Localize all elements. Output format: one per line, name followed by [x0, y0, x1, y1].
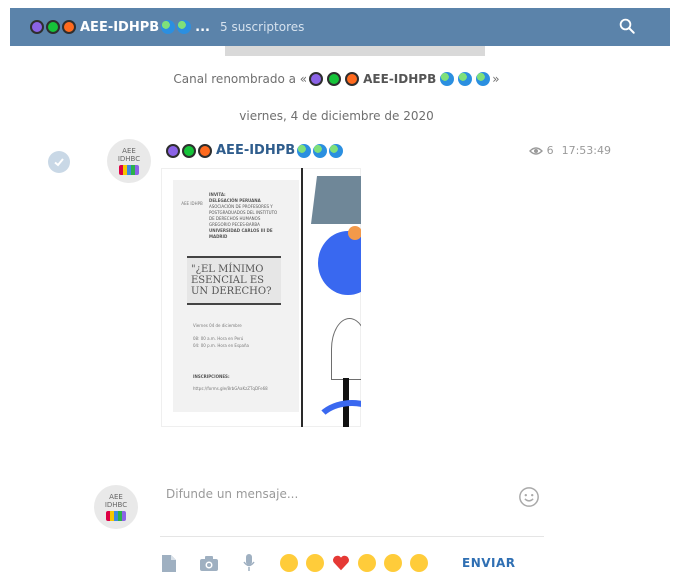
message-author[interactable]: AEE-IDHPB — [166, 143, 344, 158]
heart-icon — [333, 555, 349, 571]
avatar-text-bottom: IDHBC — [117, 155, 141, 163]
green-circle-emoji — [46, 20, 60, 34]
flyer-title: "¿EL MÍNIMO ESENCIAL ES UN DERECHO? — [187, 256, 281, 305]
message-time: 17:53:49 — [561, 144, 611, 157]
globe-emoji — [440, 72, 455, 86]
orange-circle-emoji — [198, 143, 212, 158]
flyer-logo: AEE IDHPB — [179, 201, 205, 223]
composer-toolbar: ENVIAR — [160, 552, 550, 574]
channel-name: AEE-IDHPB — [80, 19, 160, 35]
flyer-org-line: MADRID — [209, 234, 228, 239]
green-circle-emoji — [327, 72, 342, 86]
author-name: AEE-IDHPB — [216, 143, 296, 158]
purple-circle-emoji — [166, 143, 180, 158]
flyer-time-peru: 08: 00 a.m. Hora en Perú — [193, 336, 244, 341]
header-strip — [225, 46, 485, 56]
flyer-time-spain: 04: 00 p.m. Hora en España — [193, 343, 249, 348]
rename-suffix: » — [492, 72, 500, 86]
check-circle-icon[interactable] — [48, 151, 70, 173]
rename-prefix: Canal renombrado a « — [173, 72, 308, 86]
globe-emoji — [161, 20, 176, 34]
smile-icon[interactable] — [518, 486, 540, 508]
avatar-text-top: AEE — [122, 147, 136, 155]
flyer-date: Viernes 04 de diciembre — [193, 323, 242, 328]
send-button[interactable]: ENVIAR — [462, 556, 516, 570]
flyer-divider-line — [301, 168, 303, 427]
rename-service-message: Canal renombrado a « AEE-IDHPB » — [0, 72, 673, 86]
date-separator: viernes, 4 de diciembre de 2020 — [239, 109, 434, 123]
message-image[interactable]: AEE IDHPB INVITA: DELEGACIÓN PERUANA ASO… — [161, 168, 361, 427]
message-input-placeholder: Difunde un mensaje... — [166, 487, 299, 501]
subscriber-count: 5 suscriptores — [220, 20, 305, 34]
flyer-orange-dot — [348, 226, 361, 240]
green-circle-emoji — [182, 143, 196, 158]
flyer-logo-text: AEE IDHPB — [181, 201, 203, 206]
eye-icon — [528, 146, 543, 155]
microphone-icon-graphic — [243, 554, 255, 571]
flyer-swirl — [331, 318, 361, 380]
flyer-blue-circle — [318, 231, 361, 295]
file-icon-graphic — [162, 554, 176, 572]
camera-icon[interactable] — [200, 554, 218, 572]
rename-channel-name: AEE-IDHPB — [363, 72, 437, 86]
heart-emoji[interactable] — [332, 554, 350, 572]
title-ellipsis: ... — [195, 19, 210, 35]
flyer-blue-arc — [311, 400, 361, 427]
channel-header: AEE-IDHPB ... 5 suscriptores — [10, 8, 670, 46]
avatar-text-top: AEE — [109, 493, 123, 501]
kissing-emoji[interactable] — [306, 554, 324, 572]
orange-circle-emoji — [345, 72, 360, 86]
heart-eyes-emoji[interactable] — [358, 554, 376, 572]
globe-emoji — [329, 143, 344, 158]
orange-circle-emoji — [62, 20, 76, 34]
view-count: 6 — [546, 144, 554, 157]
flyer-inscriptions: INSCRIPCIONES: — [193, 374, 230, 379]
channel-title[interactable]: AEE-IDHPB ... 5 suscriptores — [30, 20, 304, 35]
author-avatar[interactable]: AEE IDHBC — [107, 139, 151, 183]
file-icon[interactable] — [160, 554, 178, 572]
avatar-art — [106, 511, 126, 521]
blushing-emoji[interactable] — [384, 554, 402, 572]
avatar-text-bottom: IDHBC — [104, 501, 128, 509]
camera-icon-graphic — [200, 555, 218, 571]
flyer-shape-box — [311, 176, 361, 224]
purple-circle-emoji — [30, 20, 44, 34]
avatar-art — [119, 165, 139, 175]
globe-emoji — [313, 143, 328, 158]
purple-circle-emoji — [309, 72, 324, 86]
microphone-icon[interactable] — [240, 554, 258, 572]
message-input[interactable]: Difunde un mensaje... — [160, 484, 544, 537]
check-mark — [54, 158, 64, 167]
composer-avatar[interactable]: AEE IDHBC — [94, 485, 138, 529]
search-icon[interactable] — [618, 17, 636, 35]
grinning-emoji[interactable] — [410, 554, 428, 572]
message-meta: 6 17:53:49 — [528, 144, 611, 157]
globe-emoji — [177, 20, 192, 34]
globe-emoji — [476, 72, 491, 86]
flyer-link: https://forms.gle/8rbGAaKzZTqDFe68 — [193, 386, 268, 391]
globe-emoji — [297, 143, 312, 158]
globe-emoji — [458, 72, 473, 86]
crying-laughing-emoji[interactable] — [280, 554, 298, 572]
